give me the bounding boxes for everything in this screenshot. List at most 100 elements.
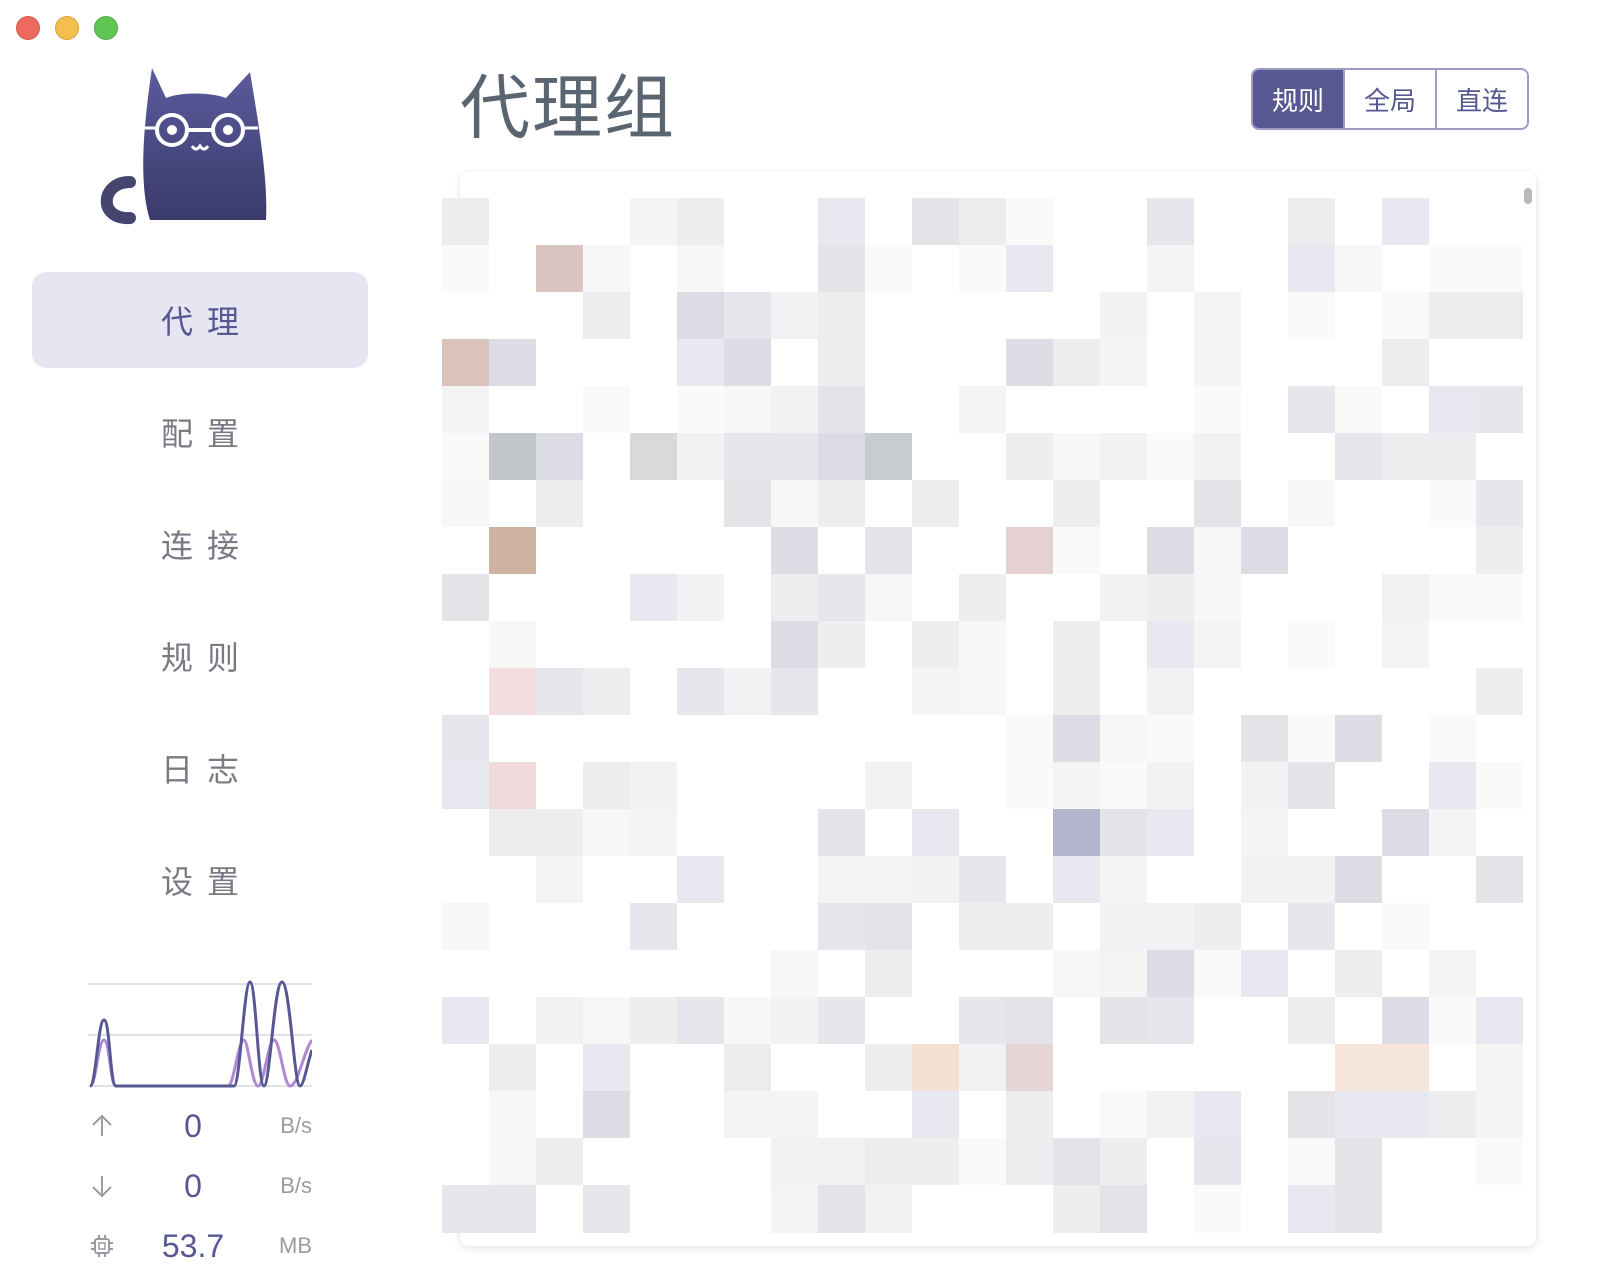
mosaic-cell: [1053, 762, 1100, 810]
mosaic-cell: [677, 1185, 724, 1233]
sidebar-item-settings[interactable]: 设置: [32, 832, 368, 928]
mosaic-cell: [630, 1138, 677, 1186]
sidebar-item-connections[interactable]: 连接: [32, 496, 368, 592]
mode-direct-button[interactable]: 直连: [1435, 70, 1527, 128]
mosaic-cell: [1053, 245, 1100, 293]
mosaic-cell: [912, 997, 959, 1045]
mosaic-cell: [536, 1185, 583, 1233]
mosaic-cell: [442, 339, 489, 387]
mosaic-cell: [771, 1185, 818, 1233]
mosaic-cell: [1006, 950, 1053, 998]
mosaic-cell: [583, 480, 630, 528]
mosaic-cell: [1335, 527, 1382, 575]
mosaic-cell: [912, 950, 959, 998]
mosaic-cell: [677, 621, 724, 669]
mosaic-cell: [677, 809, 724, 857]
mosaic-cell: [1429, 1044, 1476, 1092]
mosaic-cell: [1147, 1185, 1194, 1233]
mosaic-cell: [1382, 1138, 1429, 1186]
mosaic-cell: [677, 245, 724, 293]
mosaic-cell: [771, 198, 818, 246]
mosaic-cell: [1429, 433, 1476, 481]
mosaic-cell: [1053, 715, 1100, 763]
mosaic-cell: [677, 903, 724, 951]
mosaic-cell: [959, 1044, 1006, 1092]
mosaic-cell: [1288, 1185, 1335, 1233]
mosaic-cell: [583, 198, 630, 246]
sidebar-item-profiles[interactable]: 配置: [32, 384, 368, 480]
mosaic-cell: [536, 668, 583, 716]
sidebar-item-proxy[interactable]: 代理: [32, 272, 368, 368]
cat-logo-icon: [100, 68, 267, 224]
mosaic-cell: [1147, 856, 1194, 904]
mosaic-cell: [1241, 903, 1288, 951]
mosaic-cell: [1147, 245, 1194, 293]
mosaic-cell: [1194, 668, 1241, 716]
mosaic-cell: [489, 1138, 536, 1186]
mosaic-cell: [771, 950, 818, 998]
mosaic-cell: [536, 621, 583, 669]
mosaic-cell: [1288, 809, 1335, 857]
mosaic-cell: [1476, 574, 1523, 622]
sidebar-item-logs[interactable]: 日志: [32, 720, 368, 816]
mosaic-cell: [724, 1044, 771, 1092]
mosaic-cell: [1194, 527, 1241, 575]
mosaic-cell: [1382, 1091, 1429, 1139]
mosaic-cell: [630, 245, 677, 293]
mosaic-cell: [442, 527, 489, 575]
mosaic-cell: [1147, 997, 1194, 1045]
mosaic-cell: [1476, 715, 1523, 763]
mosaic-cell: [818, 856, 865, 904]
mosaic-cell: [489, 762, 536, 810]
mosaic-cell: [442, 668, 489, 716]
mosaic-cell: [1429, 386, 1476, 434]
mosaic-cell: [1288, 292, 1335, 340]
mosaic-cell: [724, 809, 771, 857]
sidebar-item-rules[interactable]: 规则: [32, 608, 368, 704]
mosaic-cell: [959, 198, 1006, 246]
mosaic-cell: [1147, 950, 1194, 998]
mosaic-cell: [489, 715, 536, 763]
mosaic-cell: [1288, 433, 1335, 481]
mosaic-cell: [771, 715, 818, 763]
mosaic-cell: [1053, 433, 1100, 481]
mosaic-cell: [865, 480, 912, 528]
mosaic-cell: [771, 903, 818, 951]
traffic-chart: [88, 980, 312, 1088]
mosaic-cell: [583, 1091, 630, 1139]
mosaic-cell: [1476, 1091, 1523, 1139]
mosaic-cell: [677, 997, 724, 1045]
mosaic-cell: [1147, 715, 1194, 763]
mosaic-cell: [1476, 339, 1523, 387]
mosaic-cell: [536, 292, 583, 340]
mosaic-cell: [1429, 950, 1476, 998]
mosaic-cell: [1288, 245, 1335, 293]
mode-rule-button[interactable]: 规则: [1253, 70, 1343, 128]
mosaic-cell: [583, 1044, 630, 1092]
app-window: 代理 配置 连接 规则 日志 设置 0 B/s 0 B/s 53.7 MB 代理…: [0, 0, 1600, 1284]
mosaic-cell: [1429, 574, 1476, 622]
mosaic-cell: [912, 809, 959, 857]
mosaic-cell: [1241, 1044, 1288, 1092]
mosaic-cell: [442, 292, 489, 340]
mosaic-cell: [1006, 339, 1053, 387]
mosaic-cell: [724, 950, 771, 998]
mosaic-cell: [1382, 386, 1429, 434]
mosaic-cell: [724, 1138, 771, 1186]
mosaic-cell: [630, 715, 677, 763]
mosaic-cell: [1335, 903, 1382, 951]
mosaic-cell: [1382, 621, 1429, 669]
mode-global-button[interactable]: 全局: [1343, 70, 1435, 128]
mosaic-cell: [1100, 245, 1147, 293]
mosaic-cell: [630, 1185, 677, 1233]
mosaic-cell: [1288, 856, 1335, 904]
mosaic-cell: [1335, 339, 1382, 387]
mosaic-cell: [1194, 198, 1241, 246]
mosaic-cell: [1006, 386, 1053, 434]
mosaic-cell: [489, 950, 536, 998]
upload-speed-row: 0 B/s: [88, 1096, 312, 1156]
mosaic-cell: [1335, 245, 1382, 293]
mosaic-cell: [489, 668, 536, 716]
mosaic-cell: [1241, 527, 1288, 575]
mosaic-cell: [724, 856, 771, 904]
